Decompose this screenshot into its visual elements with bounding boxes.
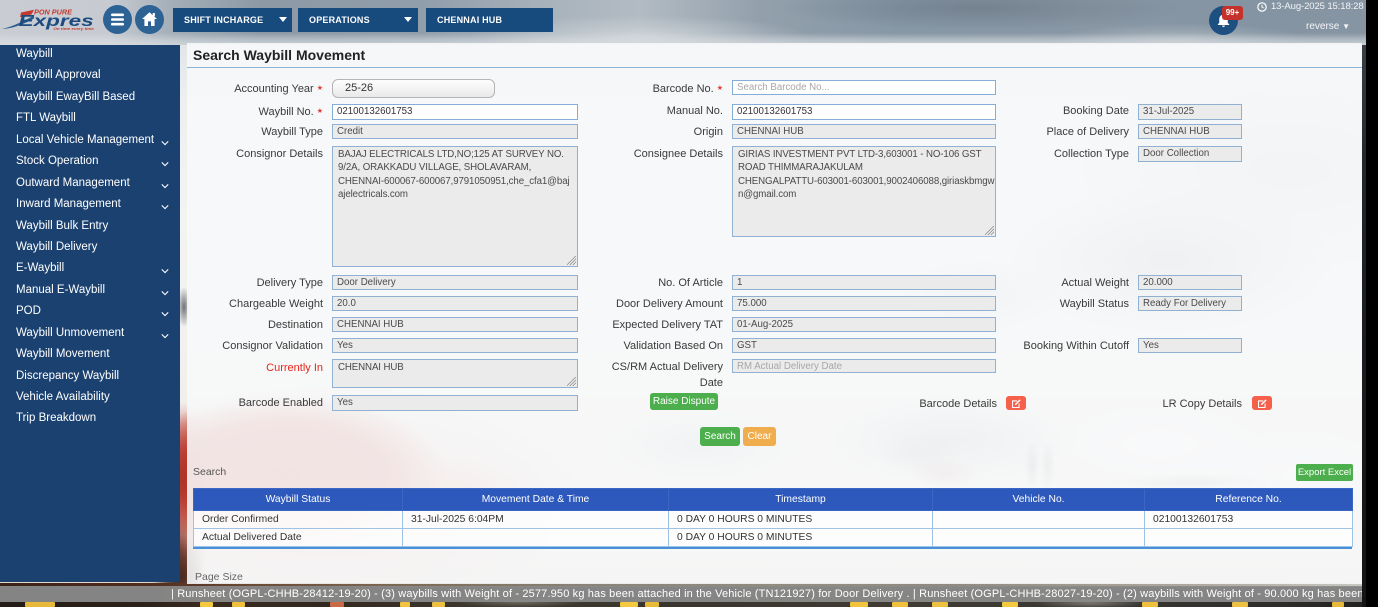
svg-text:On time every time: On time every time — [53, 26, 94, 31]
